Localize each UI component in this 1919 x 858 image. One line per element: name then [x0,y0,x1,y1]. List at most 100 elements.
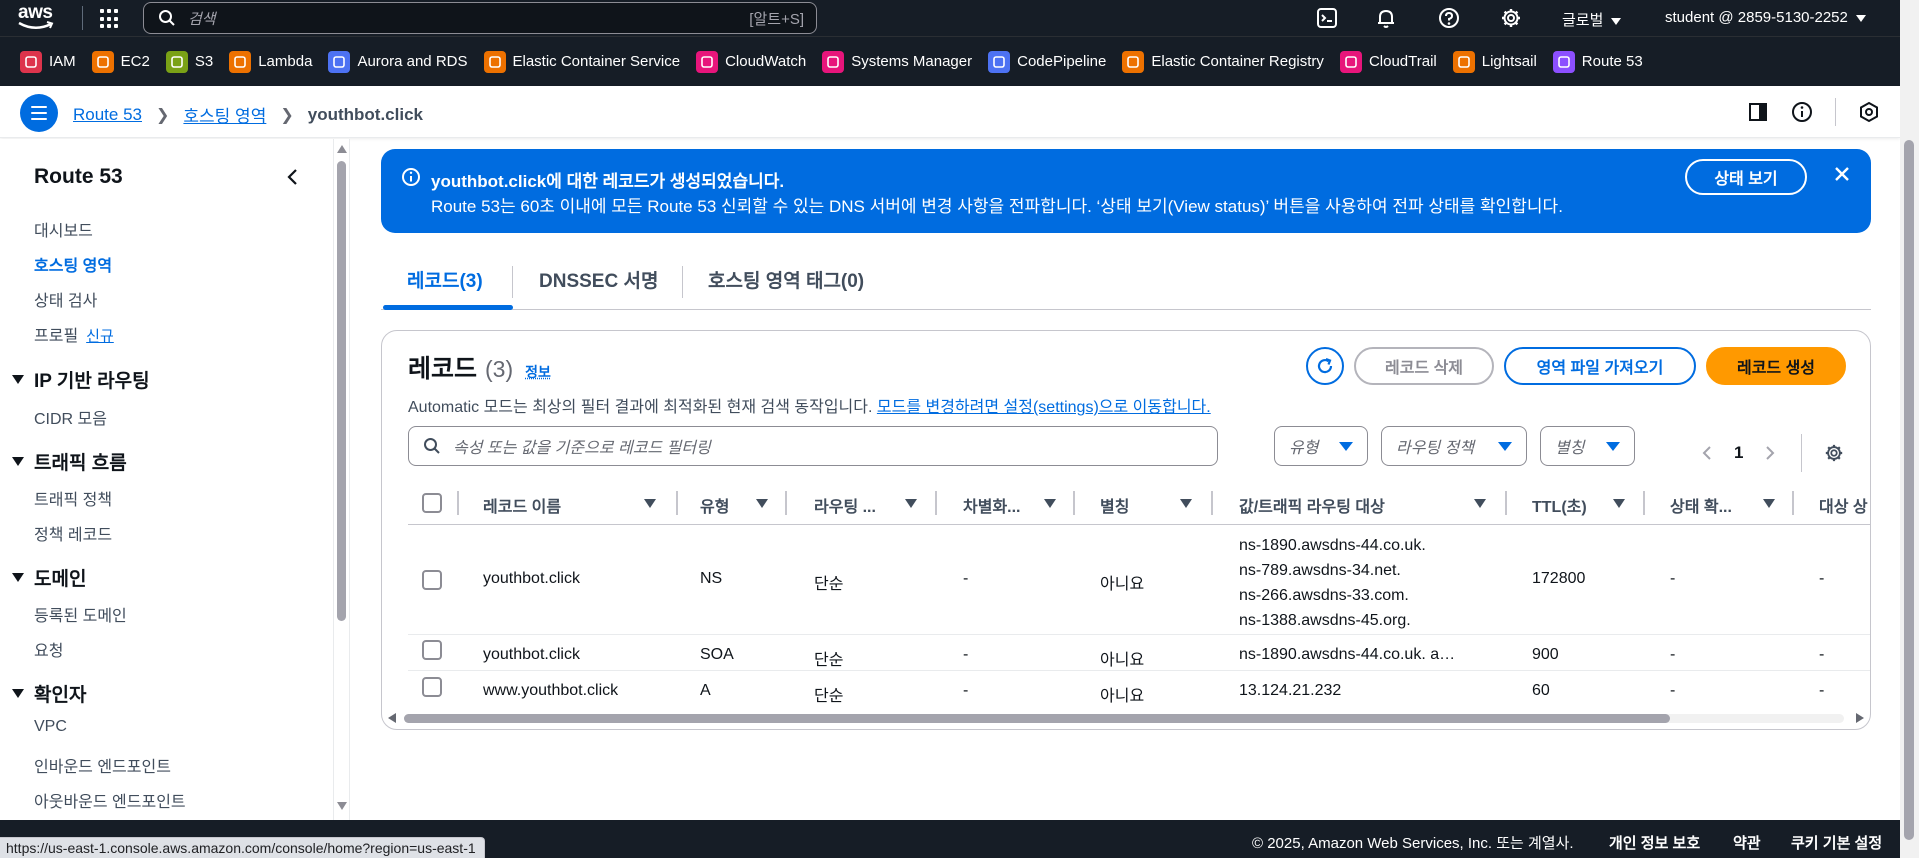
page-scrollbar-thumb[interactable] [1904,140,1914,840]
row-checkbox[interactable] [422,640,442,660]
sidebar-item-cidr-collections[interactable]: CIDR 모음 [34,405,107,429]
sidebar-item-policy-records[interactable]: 정책 레코드 [34,521,112,545]
delete-record-button[interactable]: 레코드 삭제 [1354,347,1494,385]
previous-page-chevron-icon[interactable] [1702,445,1712,461]
favorite-cloudtrail[interactable]: CloudTrail [1339,50,1437,73]
breadcrumb-route53-link[interactable]: Route 53 [73,105,142,125]
select-all-checkbox[interactable] [422,493,442,513]
scroll-down-arrow-icon[interactable] [337,802,347,810]
column-header-record-name[interactable]: 레코드 이름 [483,493,561,517]
account-menu[interactable]: student @ 2859-5130-2252 [1665,9,1866,26]
column-header-routing[interactable]: 라우팅 ... [814,493,876,517]
services-grid-icon[interactable] [100,9,120,29]
table-row[interactable]: youthbot.click NS 단순 - 아니요 ns-1890.awsdn… [408,525,1870,635]
table-preferences-gear-icon[interactable] [1824,443,1844,463]
split-panel-icon[interactable] [1747,101,1769,123]
sidebar-scrollbar-thumb[interactable] [337,161,346,621]
sidebar-item-health-checks[interactable]: 상태 검사 [34,287,97,311]
info-link[interactable]: 정보 [525,362,551,382]
settings-gear-icon[interactable] [1500,7,1522,29]
notifications-bell-icon[interactable] [1375,7,1397,29]
create-record-button[interactable]: 레코드 생성 [1706,347,1846,385]
favorite-iam[interactable]: IAM [20,50,76,73]
column-header-alias[interactable]: 별칭 [1100,493,1129,517]
favorite-ecs[interactable]: Elastic Container Service [483,50,680,73]
view-status-button[interactable]: 상태 보기 [1685,159,1807,195]
terms-link[interactable]: 약관 [1733,832,1761,853]
sort-caret-icon[interactable] [756,499,768,508]
favorite-s3[interactable]: S3 [165,50,213,73]
sidebar-item-vpcs[interactable]: VPC [34,718,67,736]
cookie-preferences-link[interactable]: 쿠키 기본 설정 [1791,832,1882,853]
column-header-differentiator[interactable]: 차별화... [963,493,1021,517]
type-filter-dropdown[interactable]: 유형 [1274,426,1368,466]
help-icon[interactable] [1438,7,1460,29]
favorite-lightsail[interactable]: Lightsail [1452,50,1537,73]
privacy-link[interactable]: 개인 정보 보호 [1609,832,1700,853]
page-scrollbar[interactable] [1900,0,1919,858]
sidebar-item-traffic-policies[interactable]: 트래픽 정책 [34,486,112,510]
sidebar-group-traffic-flow[interactable]: 트래픽 흐름 [12,448,127,475]
sidebar-title[interactable]: Route 53 [34,165,123,189]
column-header-value[interactable]: 값/트래픽 라우팅 대상 [1239,493,1385,517]
favorite-route53[interactable]: Route 53 [1552,50,1643,73]
scroll-up-arrow-icon[interactable] [337,145,347,153]
sidebar-item-requests[interactable]: 요청 [34,637,63,661]
sidebar-item-registered-domains[interactable]: 등록된 도메인 [34,602,127,626]
aws-logo[interactable]: aws [18,3,62,31]
favorite-ecr[interactable]: Elastic Container Registry [1122,50,1324,73]
favorite-codepipeline[interactable]: CodePipeline [988,50,1106,73]
feedback-hexagon-icon[interactable] [1858,101,1880,123]
tab-records[interactable]: 레코드(3) [407,266,483,293]
import-zone-file-button[interactable]: 영역 파일 가져오기 [1504,347,1696,385]
sidebar-group-resolver[interactable]: 확인자 [12,680,86,707]
sidebar-item-outbound-endpoints[interactable]: 아웃바운드 엔드포인트 [34,788,186,812]
column-header-ttl[interactable]: TTL(초) [1532,493,1587,517]
row-checkbox[interactable] [422,570,442,590]
sidebar-group-ip-routing[interactable]: IP 기반 라우팅 [12,366,150,393]
sort-caret-icon[interactable] [1474,499,1486,508]
sidebar-item-dashboard[interactable]: 대시보드 [34,217,93,241]
favorite-ec2[interactable]: EC2 [91,50,150,73]
favorite-lambda[interactable]: Lambda [229,50,312,73]
sort-caret-icon[interactable] [905,499,917,508]
scroll-right-arrow-icon[interactable] [1856,713,1864,723]
column-header-evaluate-target-health[interactable]: 대상 상 [1819,493,1868,517]
table-row[interactable]: www.youthbot.click A 단순 - 아니요 13.124.21.… [408,671,1870,707]
next-page-chevron-icon[interactable] [1765,445,1775,461]
favorite-rds[interactable]: Aurora and RDS [328,50,468,73]
scroll-left-arrow-icon[interactable] [388,713,396,723]
tab-dnssec-signing[interactable]: DNSSEC 서명 [539,266,658,293]
sidebar-item-hosted-zones[interactable]: 호스팅 영역 [34,252,112,276]
sort-caret-icon[interactable] [644,499,656,508]
alias-filter-dropdown[interactable]: 별칭 [1540,426,1635,466]
new-badge[interactable]: 신규 [86,328,114,345]
close-icon[interactable] [1833,165,1851,183]
sidebar-item-inbound-endpoints[interactable]: 인바운드 엔드포인트 [34,753,171,777]
sort-caret-icon[interactable] [1613,499,1625,508]
table-row[interactable]: youthbot.click SOA 단순 - 아니요 ns-1890.awsd… [408,635,1870,671]
sort-caret-icon[interactable] [1180,499,1192,508]
side-navigation-toggle-button[interactable] [20,94,58,132]
favorite-systems-manager[interactable]: Systems Manager [822,50,972,73]
current-page-number[interactable]: 1 [1734,443,1743,463]
sort-caret-icon[interactable] [1044,499,1056,508]
records-filter-input[interactable]: 속성 또는 값을 기준으로 레코드 필터링 [408,426,1218,466]
breadcrumb-hosted-zones-link[interactable]: 호스팅 영역 [183,102,266,127]
sort-caret-icon[interactable] [1763,499,1775,508]
scrollbar-thumb[interactable] [404,714,1670,723]
global-search-input[interactable]: 검색 [알트+S] [143,2,817,34]
region-selector[interactable]: 글로벌 [1562,9,1622,30]
close-sidebar-chevron-left-icon[interactable] [286,168,300,186]
sidebar-group-domains[interactable]: 도메인 [12,564,86,591]
change-mode-settings-link[interactable]: 모드를 변경하려면 설정(settings)으로 이동합니다. [877,399,1211,416]
row-checkbox[interactable] [422,677,442,697]
routing-policy-filter-dropdown[interactable]: 라우팅 정책 [1381,426,1527,466]
favorite-cloudwatch[interactable]: CloudWatch [696,50,806,73]
table-horizontal-scrollbar[interactable] [382,707,1870,729]
sidebar-item-profiles[interactable]: 프로필 [34,328,78,345]
refresh-button[interactable] [1306,347,1344,385]
cloudshell-icon[interactable] [1316,7,1338,29]
info-circle-icon[interactable] [1791,101,1813,123]
tab-hosted-zone-tags[interactable]: 호스팅 영역 태그(0) [708,266,864,293]
